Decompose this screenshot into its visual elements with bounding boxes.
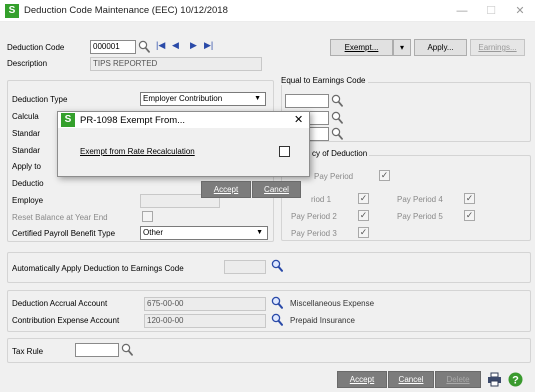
pay-period-5-checkbox[interactable]: ✓ — [464, 210, 475, 221]
deduction-label: Deductio — [12, 179, 44, 188]
deduction-type-label: Deduction Type — [12, 95, 68, 104]
every-pay-period-checkbox[interactable]: ✓ — [379, 170, 390, 181]
accrual-account-lookup-icon[interactable] — [271, 296, 283, 309]
contribution-account-label: Contribution Expense Account — [12, 316, 120, 325]
deduction-type-select[interactable]: Employer Contribution ▼ — [140, 92, 266, 106]
deduction-code-label: Deduction Code — [7, 43, 65, 52]
description-label: Description — [7, 59, 48, 68]
pay-period-4-checkbox[interactable]: ✓ — [464, 193, 475, 204]
calculation-label: Calcula — [12, 112, 39, 121]
chevron-down-icon: ▼ — [254, 95, 261, 102]
exempt-rate-recalc-checkbox[interactable] — [279, 146, 290, 157]
tax-rule-input[interactable] — [75, 343, 119, 357]
earnings-code-input-1[interactable] — [285, 94, 329, 108]
contribution-account-description: Prepaid Insurance — [290, 316, 355, 325]
maximize-button[interactable]: ☐ — [478, 2, 504, 20]
apply-to-label: Apply to — [12, 162, 41, 171]
pay-period-3-label: Pay Period 3 — [291, 229, 337, 238]
apply-button[interactable]: Apply... — [414, 39, 467, 56]
deduction-code-lookup-icon[interactable] — [138, 40, 150, 53]
exempt-from-dialog: S PR-1098 Exempt From... ✕ Exempt from R… — [57, 111, 310, 177]
exempt-rate-recalc-label: Exempt from Rate Recalculation — [80, 147, 195, 156]
window-title: Deduction Code Maintenance (EEC) 10/12/2… — [24, 5, 228, 16]
certified-payroll-label: Certified Payroll Benefit Type — [12, 229, 116, 238]
reset-balance-checkbox[interactable] — [142, 211, 153, 222]
tax-rule-label: Tax Rule — [12, 347, 44, 356]
accrual-account-field[interactable]: 675-00-00 — [144, 297, 266, 311]
chevron-down-icon: ▼ — [256, 229, 263, 236]
close-window-button[interactable]: ✕ — [507, 2, 533, 20]
dialog-cancel-button[interactable]: Cancel — [252, 181, 301, 198]
exempt-dropdown-button[interactable]: ▾ — [393, 39, 411, 56]
exempt-button[interactable]: Exempt... — [330, 39, 393, 56]
earnings-code-lookup-icon-3[interactable] — [331, 127, 343, 140]
certified-payroll-select[interactable]: Other ▼ — [140, 226, 268, 240]
print-icon[interactable] — [487, 372, 502, 387]
pay-period-2-checkbox[interactable]: ✓ — [358, 210, 369, 221]
earnings-code-lookup-icon-2[interactable] — [331, 111, 343, 124]
accounts-group — [7, 290, 531, 332]
auto-apply-label: Automatically Apply Deduction to Earning… — [12, 264, 184, 273]
employee-label: Employe — [12, 196, 44, 205]
deduction-code-input[interactable]: 000001 — [90, 40, 136, 54]
first-record-icon[interactable]: |◀ — [156, 40, 165, 51]
pay-period-1-checkbox[interactable]: ✓ — [358, 193, 369, 204]
tax-rule-lookup-icon[interactable] — [121, 343, 133, 356]
svg-text:?: ? — [512, 374, 519, 386]
pay-period-1-label: riod 1 — [311, 195, 332, 204]
earnings-button[interactable]: Earnings... — [470, 39, 525, 56]
standard-label-1: Standar — [12, 129, 41, 138]
dialog-title: PR-1098 Exempt From... — [80, 115, 186, 126]
contribution-account-field[interactable]: 120-00-00 — [144, 314, 266, 328]
minimize-button[interactable]: — — [449, 2, 475, 20]
last-record-icon[interactable]: ▶| — [204, 40, 213, 51]
earnings-code-lookup-icon-1[interactable] — [331, 94, 343, 107]
cancel-button[interactable]: Cancel — [388, 371, 434, 388]
reset-balance-label: Reset Balance at Year End — [12, 213, 108, 222]
app-logo-icon: S — [5, 4, 19, 18]
previous-record-icon[interactable]: ◀ — [172, 40, 179, 51]
equal-to-earnings-title: Equal to Earnings Code — [279, 76, 368, 85]
pay-period-5-label: Pay Period 5 — [397, 212, 443, 221]
pay-period-2-label: Pay Period 2 — [291, 212, 337, 221]
frequency-title: cy of Deduction — [310, 149, 370, 158]
description-field[interactable]: TIPS REPORTED — [90, 57, 262, 71]
accrual-account-label: Deduction Accrual Account — [12, 299, 108, 308]
next-record-icon[interactable]: ▶ — [190, 40, 197, 51]
accrual-account-description: Miscellaneous Expense — [290, 299, 375, 308]
every-pay-period-label: Pay Period — [314, 172, 354, 181]
auto-apply-lookup-icon[interactable] — [271, 259, 283, 272]
standard-label-2: Standar — [12, 146, 41, 155]
dialog-logo-icon: S — [61, 113, 75, 127]
pay-period-4-label: Pay Period 4 — [397, 195, 443, 204]
contribution-account-lookup-icon[interactable] — [271, 313, 283, 326]
pay-period-3-checkbox[interactable]: ✓ — [358, 227, 369, 238]
accept-button[interactable]: Accept — [337, 371, 387, 388]
dialog-close-button[interactable]: ✕ — [294, 113, 303, 126]
auto-apply-earnings-input[interactable] — [224, 260, 266, 274]
delete-button[interactable]: Delete — [435, 371, 481, 388]
help-icon[interactable]: ? — [508, 372, 523, 387]
dialog-accept-button[interactable]: Accept — [201, 181, 251, 198]
